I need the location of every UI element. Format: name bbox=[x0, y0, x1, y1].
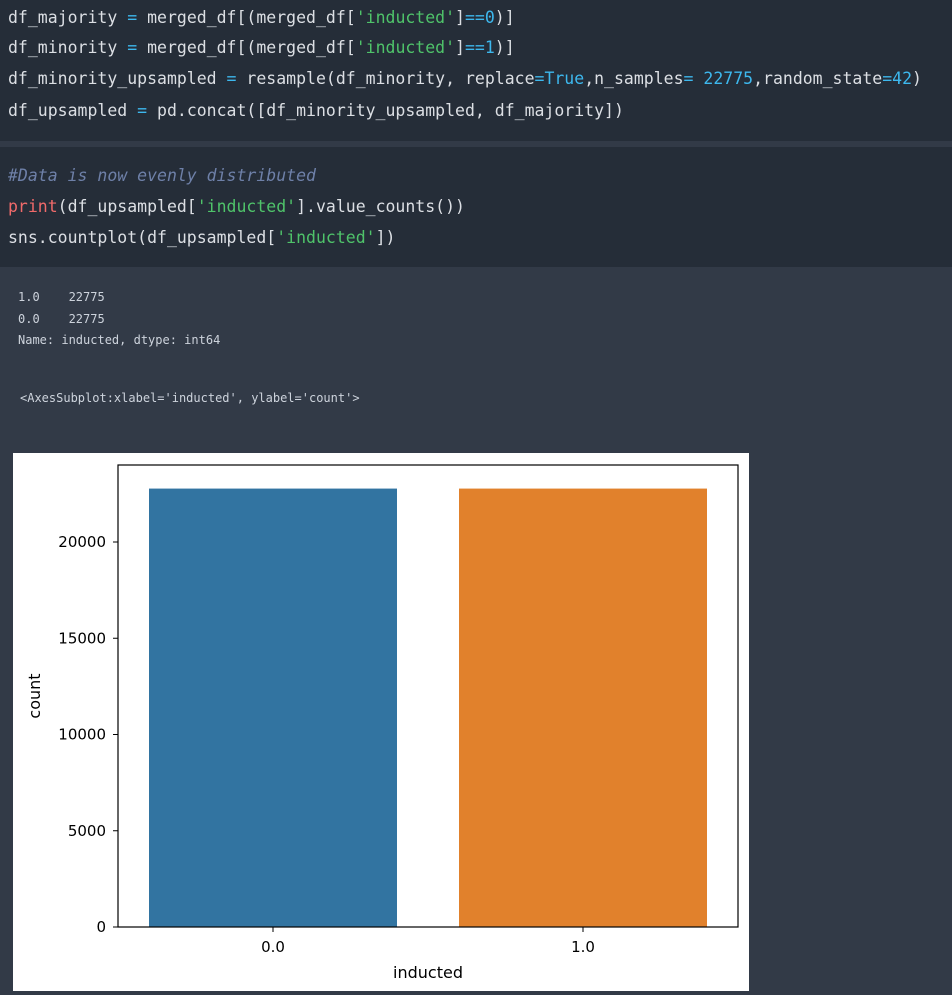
code-token: df_upsampled bbox=[8, 101, 138, 120]
code-token: = bbox=[127, 8, 138, 27]
code-token: = bbox=[882, 69, 893, 88]
code-token: ] bbox=[455, 38, 465, 57]
code-token: sns.countplot(df_upsampled[ bbox=[8, 228, 277, 247]
code-token: 42 bbox=[892, 69, 913, 88]
y-tick-label: 10000 bbox=[58, 726, 106, 744]
y-axis-label: count bbox=[25, 673, 44, 718]
code-token: ].value_counts()) bbox=[296, 197, 465, 216]
code-cell-1[interactable]: df_majority = merged_df[(merged_df['indu… bbox=[0, 0, 952, 141]
code-token: 'inducted' bbox=[355, 8, 456, 27]
code-token: (df_upsampled[ bbox=[57, 197, 197, 216]
code-line: df_minority_upsampled = resample(df_mino… bbox=[8, 68, 922, 90]
code-token: ,random_state bbox=[753, 69, 883, 88]
output-line: 0.0 22775 bbox=[18, 312, 105, 326]
code-line: sns.countplot(df_upsampled['inducted']) bbox=[8, 227, 395, 249]
y-tick-label: 5000 bbox=[68, 822, 106, 840]
countplot-chart: 0.0 1.0 0 5000 10000 15000 20000 inducted count bbox=[25, 464, 739, 982]
bar-0.0 bbox=[149, 488, 397, 927]
code-token: == bbox=[464, 8, 485, 27]
code-line: print(df_upsampled['inducted'].value_cou… bbox=[8, 196, 465, 218]
code-token: merged_df[(merged_df[ bbox=[137, 8, 356, 27]
code-token: = bbox=[127, 38, 138, 57]
code-cell-2[interactable]: #Data is now evenly distributed print(df_… bbox=[0, 147, 952, 267]
y-tick-label: 0 bbox=[96, 918, 106, 936]
code-token: ] bbox=[455, 8, 465, 27]
code-token: print bbox=[8, 197, 58, 216]
x-tick-label: 0.0 bbox=[261, 938, 285, 956]
code-token: 22775 bbox=[703, 69, 754, 88]
code-token: = bbox=[534, 69, 545, 88]
chart-figure: 0.0 1.0 0 5000 10000 15000 20000 inducted count bbox=[13, 453, 749, 991]
code-token: True bbox=[544, 69, 585, 88]
code-token: == bbox=[464, 38, 485, 57]
code-token: ]) bbox=[375, 228, 396, 247]
code-token: )] bbox=[494, 38, 515, 57]
code-token: ,n_samples bbox=[584, 69, 684, 88]
code-token: 'inducted' bbox=[276, 228, 376, 247]
code-token: merged_df[(merged_df[ bbox=[137, 38, 356, 57]
code-token: ) bbox=[912, 69, 922, 88]
y-tick-label: 15000 bbox=[58, 629, 106, 647]
output-repr: <AxesSubplot:xlabel='inducted', ylabel='… bbox=[20, 391, 360, 405]
code-token: 0 bbox=[484, 8, 495, 27]
output-line: 1.0 22775 bbox=[18, 290, 105, 304]
code-token: 1 bbox=[484, 38, 495, 57]
code-token: = bbox=[226, 69, 237, 88]
code-token: df_minority bbox=[8, 38, 128, 57]
code-token: resample(df_minority, replace bbox=[236, 69, 535, 88]
x-tick-label: 1.0 bbox=[571, 938, 595, 956]
x-axis-label: inducted bbox=[393, 963, 463, 982]
y-tick-label: 20000 bbox=[58, 533, 106, 551]
code-token: 'inducted' bbox=[355, 38, 456, 57]
code-token: = bbox=[683, 69, 694, 88]
code-token: #Data is now evenly distributed bbox=[8, 166, 316, 185]
code-line: df_minority = merged_df[(merged_df['indu… bbox=[8, 37, 515, 59]
code-token: )] bbox=[494, 8, 515, 27]
code-line: df_upsampled = pd.concat([df_minority_up… bbox=[8, 100, 624, 122]
code-line: df_majority = merged_df[(merged_df['indu… bbox=[8, 7, 515, 29]
code-line: #Data is now evenly distributed bbox=[8, 165, 316, 187]
code-token: df_minority_upsampled bbox=[8, 69, 227, 88]
output-line: Name: inducted, dtype: int64 bbox=[18, 333, 221, 347]
code-token: = bbox=[137, 101, 148, 120]
code-token: 'inducted' bbox=[196, 197, 297, 216]
bar-1.0 bbox=[459, 488, 707, 927]
code-token: pd.concat([df_minority_upsampled, df_maj… bbox=[147, 101, 624, 120]
code-token: df_majority bbox=[8, 8, 128, 27]
